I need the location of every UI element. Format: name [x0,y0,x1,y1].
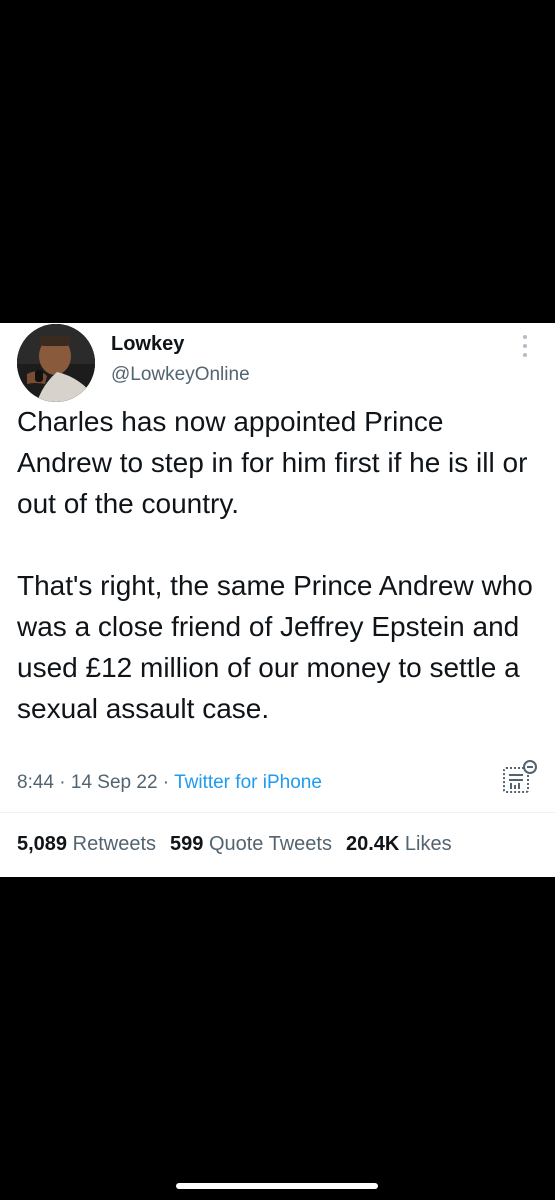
tweet-source-link[interactable]: Twitter for iPhone [174,772,322,793]
likes-count: 20.4K [345,833,400,855]
likes-label: Likes [404,833,452,855]
avatar[interactable] [17,324,95,402]
tweet-stats: 5,089 Retweets 599 Quote Tweets 20.4K Like… [17,833,466,856]
home-indicator[interactable] [176,1183,378,1189]
tweet-date[interactable]: 14 Sep 22 [71,772,158,793]
divider [0,812,555,813]
quote-tweets-label: Quote Tweets [208,833,332,855]
likes-stat[interactable]: 20.4K Likes [346,833,452,855]
quote-tweets-count: 599 [170,833,204,855]
quote-tweets-stat[interactable]: 599 Quote Tweets [170,833,332,855]
avatar-photo-icon [17,324,95,402]
more-dot [523,353,527,357]
retweets-stat[interactable]: 5,089 Retweets [17,833,156,855]
tweet-time[interactable]: 8:44 [17,772,54,793]
tweet-card: Lowkey @LowkeyOnline Charles has now app… [0,323,555,877]
meta-separator: · [53,772,71,793]
tweet-text: Charles has now appointed Prince Andrew … [17,406,533,724]
author-name[interactable]: Lowkey [111,333,184,356]
more-options-button[interactable] [514,331,536,361]
tweet-meta: 8:44 · 14 Sep 22 · Twitter for iPhone [17,772,322,794]
more-vertical-icon [523,335,527,339]
more-dot [523,344,527,348]
author-handle[interactable]: @LowkeyOnline [111,364,250,386]
meta-separator: · [157,772,175,793]
analytics-icon[interactable] [500,758,540,796]
retweets-label: Retweets [72,833,156,855]
retweets-count: 5,089 [17,833,68,855]
